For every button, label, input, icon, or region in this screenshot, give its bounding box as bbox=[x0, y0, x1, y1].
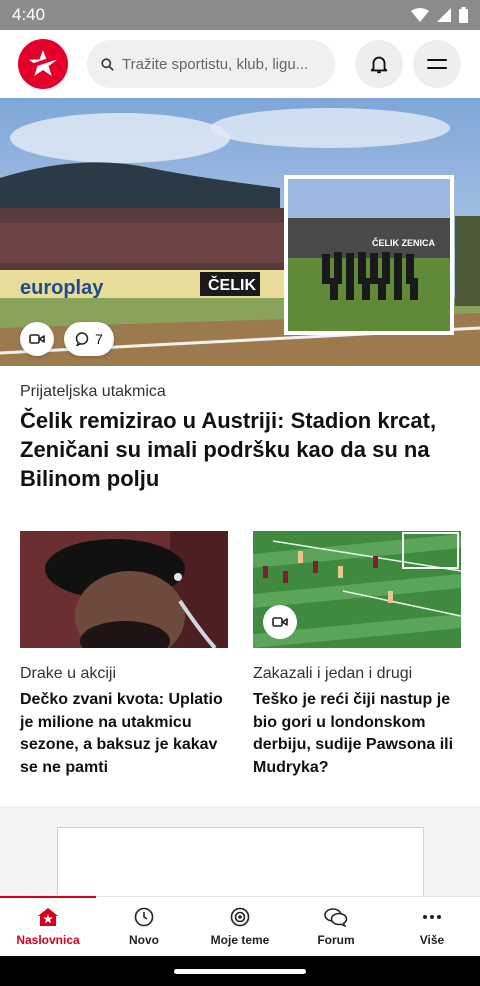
nav-item-vise[interactable]: Više bbox=[384, 897, 480, 956]
star-logo-icon bbox=[27, 50, 59, 76]
comment-icon bbox=[75, 332, 89, 346]
inset-banner-text: ČELIK ZENICA bbox=[372, 237, 436, 248]
card-category: Drake u akciji bbox=[20, 665, 117, 682]
bell-icon bbox=[370, 56, 388, 74]
article-card[interactable]: Drake u akciji Dečko zvani kvota: Uplati… bbox=[20, 531, 228, 779]
nav-label: Novo bbox=[129, 932, 159, 947]
nav-item-novo[interactable]: Novo bbox=[96, 897, 192, 956]
clock-icon bbox=[134, 907, 154, 926]
menu-button[interactable] bbox=[413, 40, 461, 88]
nav-label: Više bbox=[419, 932, 445, 947]
nav-label: Forum bbox=[317, 932, 355, 947]
card-title[interactable]: Dečko zvani kvota: Uplatio je milione na… bbox=[20, 689, 228, 779]
card-category: Zakazali i jedan i drugi bbox=[253, 665, 413, 682]
bottom-nav: Naslovnica Novo Moje teme Forum Više bbox=[0, 896, 480, 956]
hero-image[interactable]: europlay ČELIK ČELIK ZENICA 7 bbox=[0, 98, 480, 366]
search-bar[interactable] bbox=[87, 40, 335, 88]
card-image bbox=[20, 531, 228, 648]
video-badge bbox=[263, 605, 297, 639]
hero-title[interactable]: Čelik remizirao u Austriji: Stadion krca… bbox=[20, 406, 460, 493]
search-icon bbox=[101, 57, 114, 71]
battery-icon bbox=[459, 7, 468, 23]
home-icon bbox=[38, 907, 58, 926]
nav-item-naslovnica[interactable]: Naslovnica bbox=[0, 896, 96, 956]
card-image bbox=[253, 531, 461, 648]
notifications-button[interactable] bbox=[355, 40, 403, 88]
comments-count: 7 bbox=[95, 331, 103, 347]
logo[interactable] bbox=[18, 39, 68, 89]
banner-text-europlay: europlay bbox=[20, 277, 104, 299]
nav-item-moje-teme[interactable]: Moje teme bbox=[192, 897, 288, 956]
banner-text-celik: ČELIK bbox=[208, 275, 256, 294]
nav-label: Moje teme bbox=[210, 932, 270, 947]
status-icons bbox=[411, 7, 468, 23]
article-card[interactable]: Zakazali i jedan i drugi Teško je reći č… bbox=[253, 531, 461, 779]
search-input[interactable] bbox=[122, 55, 321, 73]
target-icon bbox=[230, 907, 250, 926]
hero-category: Prijateljska utakmica bbox=[20, 383, 166, 400]
chat-bubbles-icon bbox=[324, 907, 348, 927]
drake-photo bbox=[20, 531, 228, 648]
hamburger-icon bbox=[427, 59, 447, 69]
wifi-icon bbox=[411, 8, 429, 22]
app-header bbox=[0, 30, 480, 98]
signal-icon bbox=[437, 8, 451, 22]
nav-label: Naslovnica bbox=[16, 932, 80, 947]
home-gesture-handle[interactable] bbox=[174, 969, 306, 974]
card-title[interactable]: Teško je reći čiji nastup je bio gori u … bbox=[253, 689, 461, 779]
ad-placeholder bbox=[57, 827, 424, 907]
nav-item-forum[interactable]: Forum bbox=[288, 897, 384, 956]
comments-badge[interactable]: 7 bbox=[64, 322, 114, 356]
status-time: 4:40 bbox=[12, 5, 46, 24]
video-badge bbox=[20, 322, 54, 356]
video-camera-icon bbox=[29, 334, 45, 344]
gesture-bar bbox=[0, 956, 480, 986]
more-dots-icon bbox=[423, 914, 441, 919]
status-bar: 4:40 bbox=[0, 0, 480, 30]
video-camera-icon bbox=[272, 617, 288, 627]
